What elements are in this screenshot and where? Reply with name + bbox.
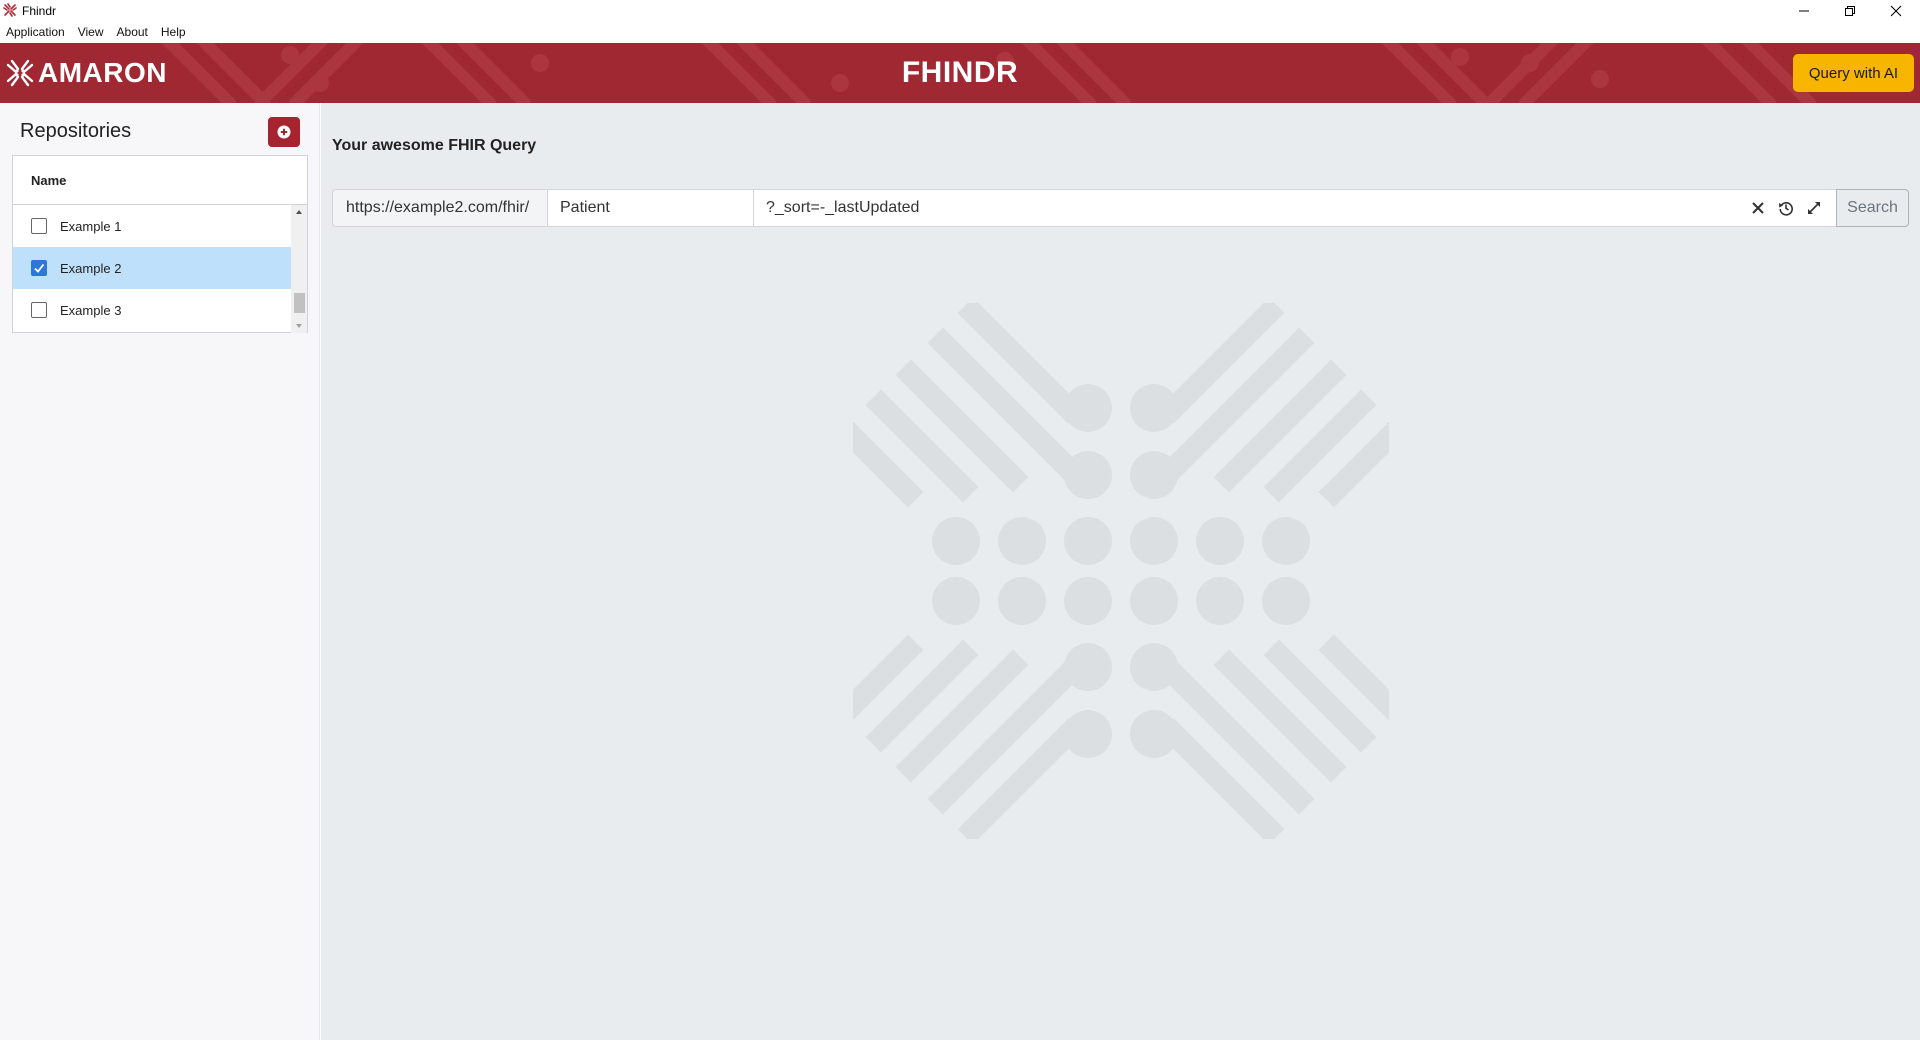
header-pattern (161, 43, 1816, 103)
close-button[interactable] (1873, 0, 1919, 22)
repositories-title: Repositories (20, 120, 132, 142)
expand-button[interactable] (1800, 194, 1828, 222)
repository-table: Name Example 1 Example 2 Example 3 (12, 155, 308, 333)
menu-application[interactable]: Application (6, 25, 65, 39)
table-scrollbar[interactable] (291, 205, 307, 333)
menu-bar: Application View About Help (0, 22, 1920, 42)
check-icon (34, 263, 45, 273)
query-with-ai-button[interactable]: Query with AI (1793, 54, 1914, 92)
minimize-icon (1799, 10, 1809, 12)
window-titlebar: Fhindr (0, 0, 1920, 22)
history-icon (1779, 202, 1793, 216)
amaron-logo-icon (6, 59, 34, 87)
brand-logo: AMARON (6, 57, 167, 89)
restore-button[interactable] (1827, 0, 1873, 22)
scroll-up-icon[interactable] (291, 205, 307, 219)
app-logo-icon (3, 3, 17, 17)
column-header-name[interactable]: Name (13, 156, 307, 205)
menu-view[interactable]: View (78, 25, 104, 39)
repository-row[interactable]: Example 2 (13, 247, 291, 289)
search-button[interactable]: Search (1836, 189, 1909, 227)
repository-name: Example 2 (60, 260, 122, 276)
menu-help[interactable]: Help (161, 25, 186, 39)
restore-icon (1845, 6, 1855, 16)
app-header: AMARON FHINDR Query with AI (0, 43, 1920, 103)
repository-checkbox[interactable] (31, 302, 47, 318)
repository-name: Example 1 (60, 218, 122, 234)
repository-row[interactable]: Example 1 (13, 205, 291, 247)
repository-checkbox[interactable] (31, 218, 47, 234)
add-repository-button[interactable] (268, 117, 300, 147)
close-icon (1890, 5, 1902, 17)
resource-input[interactable]: Patient (547, 189, 753, 227)
amaron-watermark-icon (853, 303, 1389, 839)
window-title: Fhindr (22, 4, 57, 18)
scrollbar-thumb[interactable] (294, 293, 305, 313)
base-url-field: https://example2.com/fhir/ (332, 189, 547, 227)
clear-query-button[interactable] (1744, 194, 1772, 222)
query-params-value: ?_sort=-_lastUpdated (766, 199, 920, 216)
repository-checkbox[interactable] (31, 260, 47, 276)
sidebar: Repositories Name Example 1 Example 2 Ex… (0, 103, 320, 1040)
repository-row[interactable]: Example 3 (13, 289, 291, 331)
plus-circle-icon (277, 125, 291, 139)
menu-about[interactable]: About (117, 25, 148, 39)
clear-icon (1752, 202, 1764, 214)
minimize-button[interactable] (1781, 0, 1827, 22)
query-params-input[interactable]: ?_sort=-_lastUpdated (753, 189, 1836, 227)
main-content: Your awesome FHIR Query https://example2… (321, 103, 1920, 1040)
history-button[interactable] (1772, 194, 1800, 222)
brand-name: AMARON (38, 57, 167, 88)
query-title: Your awesome FHIR Query (332, 137, 537, 154)
expand-icon (1808, 202, 1820, 214)
scroll-down-icon[interactable] (291, 319, 307, 333)
query-bar: https://example2.com/fhir/ Patient ?_sor… (332, 189, 1909, 227)
repository-name: Example 3 (60, 302, 122, 318)
